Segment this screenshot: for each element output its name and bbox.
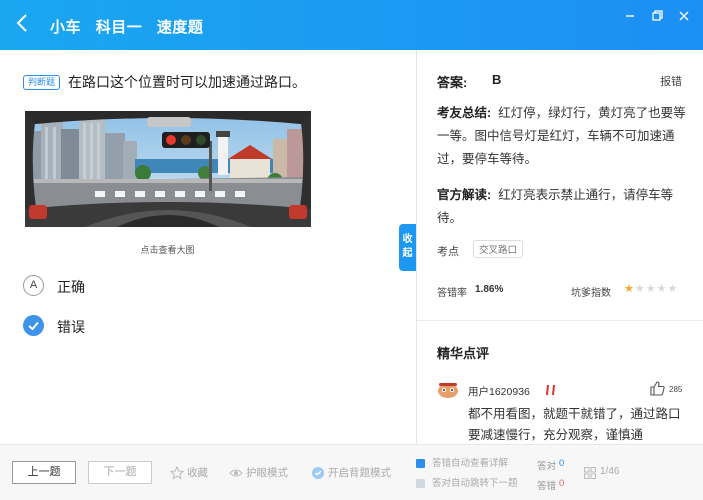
star-icon: ★: [656, 282, 668, 295]
checkbox-checked-icon: [416, 459, 425, 468]
like-button[interactable]: [649, 380, 666, 397]
pane-divider: [416, 50, 417, 444]
intersection-scene-image: [25, 111, 311, 227]
error-rate-value: 1.86%: [475, 284, 504, 295]
comment-username[interactable]: 用户1620936: [468, 384, 530, 399]
answer-value: B: [492, 72, 502, 87]
wrong-count: 0: [559, 478, 565, 489]
difficulty-rating: ★★★★★: [624, 282, 678, 295]
question-grid-button[interactable]: [584, 466, 596, 479]
option-a-key: A: [23, 275, 44, 296]
eye-care-mode-label: 护眼模式: [246, 467, 288, 479]
star-icon: ★: [634, 282, 646, 295]
like-count: 285: [669, 385, 683, 394]
answer-label: 答案:: [437, 75, 468, 90]
selected-check-icon: [23, 315, 44, 336]
official-explanation: 官方解读: 红灯亮表示禁止通行，请停车等待。: [437, 184, 687, 230]
minimize-button[interactable]: [621, 8, 639, 24]
chevron-left-icon: [16, 14, 27, 32]
knowledge-point-label: 考点: [437, 246, 459, 258]
star-icon: ★: [645, 282, 657, 295]
back-button[interactable]: [16, 13, 38, 37]
report-error-link[interactable]: 报错: [660, 73, 682, 89]
question-image[interactable]: [25, 111, 311, 227]
checkbox-unchecked-icon: [416, 479, 425, 488]
user-summary-label: 考友总结:: [437, 106, 492, 120]
question-text: 在路口这个位置时可以加速通过路口。: [68, 74, 306, 90]
close-icon: [679, 11, 689, 21]
close-button[interactable]: [675, 8, 693, 24]
auto-next-label: 答对自动跳转下一题: [432, 478, 518, 489]
knowledge-point-tag[interactable]: 交叉路口: [473, 240, 524, 258]
recite-mode-label: 开启背题模式: [328, 467, 391, 479]
section-divider: [417, 320, 703, 321]
user-summary: 考友总结: 红灯停，绿灯行，黄灯亮了也要等一等。图中信号灯是红灯，车辆不可加速通…: [437, 102, 687, 171]
error-rate-label: 答错率: [437, 288, 467, 299]
correct-count-label: 答对: [537, 461, 557, 472]
favorite-label: 收藏: [187, 467, 208, 479]
recite-mode-icon: [312, 467, 324, 479]
collapse-label-1: 收: [402, 234, 413, 245]
comment-text: 都不用看图，就题干就错了，通过路口要减速慢行，充分观察，谨慎通: [468, 407, 681, 442]
view-large-image-link[interactable]: 点击查看大图: [0, 243, 335, 256]
comments-title: 精华点评: [437, 346, 490, 361]
avatar-icon: [438, 383, 458, 398]
collapse-label-2: 起: [402, 248, 413, 259]
eye-icon: [229, 469, 243, 477]
star-outline-icon: [170, 466, 184, 480]
correct-count: 0: [559, 458, 565, 469]
maximize-icon: [652, 10, 663, 21]
difficulty-label: 坑爹指数: [571, 288, 611, 299]
option-a-label: 正确: [57, 279, 85, 295]
wrong-count-label: 答错: [537, 481, 557, 492]
breadcrumb: 小车 科目一 速度题: [50, 16, 213, 37]
thumbs-up-icon: [650, 381, 665, 396]
official-explanation-label: 官方解读:: [437, 188, 492, 202]
question-type-badge: 判断题: [23, 75, 61, 90]
collapse-panel-button[interactable]: 收 起: [399, 224, 416, 271]
question-pager: 1/46: [600, 466, 620, 477]
user-avatar[interactable]: [437, 380, 459, 400]
breadcrumb-subject[interactable]: 科目一: [96, 19, 143, 36]
prev-question-button[interactable]: 上一题: [12, 461, 76, 484]
minimize-icon: [626, 15, 634, 17]
title-bar: 小车 科目一 速度题: [0, 0, 703, 50]
option-b-label: 错误: [57, 319, 85, 335]
star-icon: ★: [624, 282, 635, 295]
next-question-button[interactable]: 下一题: [88, 461, 152, 484]
auto-explain-label: 答错自动查看详解: [432, 458, 509, 469]
breadcrumb-car[interactable]: 小车: [50, 19, 81, 36]
maximize-button[interactable]: [648, 8, 666, 24]
vip-badge-icon: [544, 383, 558, 395]
breadcrumb-category: 速度题: [156, 19, 204, 36]
star-icon: ★: [667, 282, 679, 295]
grid-icon: [584, 467, 596, 479]
